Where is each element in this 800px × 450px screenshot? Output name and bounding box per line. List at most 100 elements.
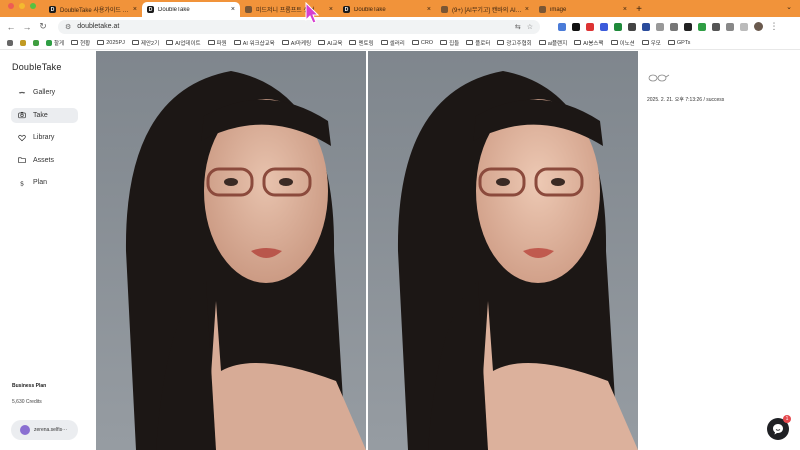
folder-icon bbox=[538, 40, 546, 45]
bookmark-item[interactable]: 현황 bbox=[71, 39, 90, 47]
bookmark-item[interactable]: AI교육 bbox=[318, 39, 342, 47]
tab-close-icon[interactable]: × bbox=[525, 6, 529, 13]
bookmark-item[interactable]: AI봉스팩 bbox=[574, 39, 604, 47]
tab-close-icon[interactable]: × bbox=[329, 6, 333, 13]
address-bar[interactable]: ⚙ doubletake.at ⇆ ☆ bbox=[58, 19, 540, 34]
bookmark-item[interactable]: AI 워크샵교육 bbox=[233, 39, 275, 47]
tab-close-icon[interactable]: × bbox=[133, 6, 137, 13]
sidebar-item-gallery[interactable]: Gallery bbox=[11, 85, 78, 100]
sidebar-item-label: Gallery bbox=[33, 89, 56, 96]
result-image[interactable] bbox=[368, 51, 638, 450]
browser-tab[interactable]: D DoubleTake × bbox=[142, 2, 240, 17]
bookmark-icon bbox=[33, 39, 39, 46]
bookmark-label: 집들 bbox=[449, 40, 460, 47]
bookmark-item[interactable]: 할게 bbox=[46, 39, 64, 47]
sidebar-item-label: Assets bbox=[33, 156, 55, 164]
menu-kebab-icon[interactable]: ⋮ bbox=[769, 21, 779, 32]
tab-search-icon[interactable]: ⌄ bbox=[786, 3, 792, 11]
translate-icon[interactable]: ⇆ bbox=[515, 23, 521, 31]
puzzle-icon[interactable] bbox=[726, 22, 734, 31]
browser-tab[interactable]: 미드저니 프롬프트 생성 × bbox=[240, 2, 338, 17]
minimize-window-icon[interactable] bbox=[19, 3, 25, 9]
sidebar-item-take[interactable]: Take bbox=[11, 107, 78, 123]
sidebar-item-assets[interactable]: Assets bbox=[11, 153, 78, 168]
bookmark-item[interactable]: 광고주협회 bbox=[497, 39, 532, 47]
bookmark-label: 이노션 bbox=[619, 40, 635, 47]
bookmark-label: AI교육 bbox=[327, 40, 343, 47]
bookmark-label: 셀러리 bbox=[389, 40, 405, 47]
extension-icon[interactable] bbox=[572, 22, 580, 31]
tab-close-icon[interactable]: × bbox=[427, 6, 431, 13]
extension-icon[interactable] bbox=[600, 22, 608, 31]
maximize-window-icon[interactable] bbox=[30, 3, 36, 9]
original-image[interactable] bbox=[96, 51, 366, 450]
bookmark-label: AI 워크샵교육 bbox=[242, 40, 275, 47]
extension-icon[interactable] bbox=[586, 22, 594, 31]
bookmark-item[interactable]: AI마케팅 bbox=[281, 39, 312, 47]
bookmark-item[interactable]: AI업데이트 bbox=[166, 39, 201, 47]
bookmark-item[interactable]: ai플랜지 bbox=[538, 39, 568, 47]
folder-icon bbox=[349, 40, 357, 45]
bookmark-label: AI마케팅 bbox=[290, 40, 312, 47]
glasses-icon[interactable] bbox=[648, 72, 670, 82]
extension-icon[interactable] bbox=[684, 22, 692, 31]
extension-icon[interactable] bbox=[642, 22, 650, 31]
bookmark-label: 할게 bbox=[54, 40, 65, 47]
extension-icon[interactable] bbox=[712, 22, 720, 31]
tab-close-icon[interactable]: × bbox=[231, 6, 235, 13]
bookmark-item[interactable]: 우모 bbox=[641, 39, 661, 47]
bookmark-item[interactable]: 멘토링 bbox=[349, 39, 374, 47]
extension-icon[interactable] bbox=[628, 22, 636, 31]
bookmark-star-icon[interactable]: ☆ bbox=[527, 23, 533, 31]
bookmark-item[interactable]: GPTs bbox=[667, 39, 691, 46]
bookmark-item[interactable]: 셀러리 bbox=[380, 39, 405, 47]
reload-icon[interactable]: ↻ bbox=[38, 21, 48, 32]
new-tab-button[interactable]: + bbox=[632, 2, 646, 17]
window-controls bbox=[0, 0, 44, 17]
browser-tab[interactable]: image × bbox=[534, 2, 632, 17]
folder-icon bbox=[497, 40, 505, 45]
site-info-icon[interactable]: ⚙ bbox=[65, 23, 71, 31]
tab-close-icon[interactable]: × bbox=[623, 6, 627, 13]
browser-tab[interactable]: D DoubleTake × bbox=[338, 2, 436, 17]
extension-icon[interactable] bbox=[614, 22, 622, 31]
bookmark-label: 제안2기 bbox=[140, 40, 160, 47]
brand-logo[interactable]: DoubleTake bbox=[12, 62, 62, 72]
extension-icon[interactable] bbox=[656, 22, 664, 31]
back-icon[interactable]: ← bbox=[6, 22, 16, 32]
bookmark-label: ai플랜지 bbox=[547, 40, 568, 47]
bookmark-item[interactable]: CRO bbox=[411, 40, 433, 46]
bookmark-label: 광고주협회 bbox=[506, 40, 532, 47]
folder-icon bbox=[667, 40, 675, 45]
extension-icon[interactable] bbox=[558, 22, 566, 31]
browser-tab[interactable]: D DoubleTake 사용가이드 (_cami× bbox=[44, 2, 142, 17]
bookmark-item[interactable]: 이노션 bbox=[610, 39, 635, 47]
tab-favicon-icon bbox=[539, 6, 546, 13]
tab-list: DDoubleTake 사용가이드 (_cami×DDoubleTake×미드저… bbox=[44, 0, 632, 17]
forward-icon[interactable]: → bbox=[22, 22, 32, 32]
bookmark-item[interactable]: 집들 bbox=[440, 39, 459, 47]
user-account-button[interactable]: zerena.selfis··· bbox=[11, 420, 78, 440]
bookmark-label: 현황 bbox=[80, 40, 91, 47]
sidebar-item-plan[interactable]: $ Plan bbox=[11, 175, 78, 190]
bookmark-item[interactable] bbox=[7, 39, 13, 46]
bookmark-item[interactable]: 2025PJ bbox=[97, 40, 125, 46]
bookmark-item[interactable]: 파원 bbox=[207, 39, 227, 47]
bookmark-item[interactable] bbox=[33, 39, 39, 46]
download-icon[interactable] bbox=[740, 22, 748, 31]
mic-icon[interactable] bbox=[670, 22, 678, 31]
bookmark-item[interactable]: 제안2기 bbox=[131, 39, 160, 47]
extension-icon[interactable] bbox=[698, 22, 706, 31]
folder-icon bbox=[233, 40, 241, 45]
bookmark-label: GPTs bbox=[676, 39, 691, 46]
close-window-icon[interactable] bbox=[8, 3, 14, 9]
avatar bbox=[20, 425, 30, 435]
profile-avatar[interactable] bbox=[754, 22, 763, 31]
folder-icon bbox=[318, 40, 326, 45]
bookmark-label: AI봉스팩 bbox=[583, 40, 604, 47]
browser-tab[interactable]: (9+) [AI무기고] 캔바의 AI통스팩× bbox=[436, 2, 534, 17]
sidebar-item-library[interactable]: Library bbox=[11, 130, 78, 145]
bookmark-item[interactable] bbox=[20, 39, 26, 46]
bookmark-item[interactable]: 플로터 bbox=[466, 39, 490, 47]
folder-icon bbox=[18, 157, 26, 163]
